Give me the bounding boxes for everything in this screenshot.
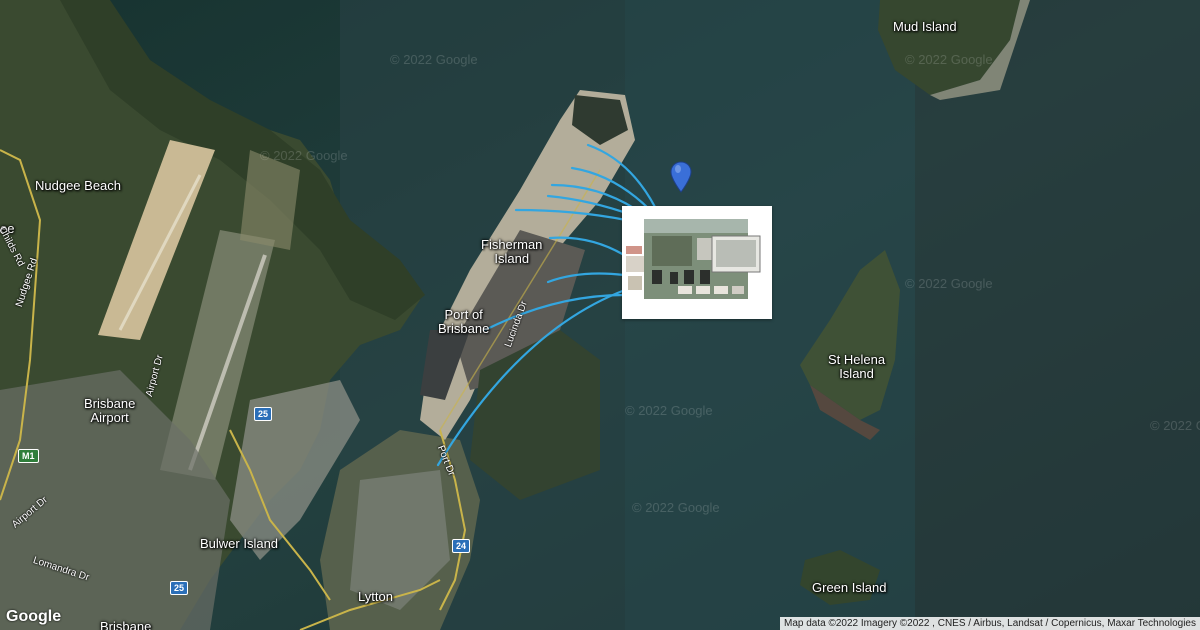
watermark: © 2022 Google (632, 500, 720, 515)
place-label-brisbane-airport: Brisbane Airport (84, 396, 136, 425)
map-pin-icon[interactable] (670, 161, 692, 193)
place-label-lytton: Lytton (358, 589, 393, 604)
watermark: © 2022 Google (905, 276, 993, 291)
place-label-bulwer-island: Bulwer Island (200, 536, 279, 551)
google-logo: Google (6, 608, 62, 625)
road-shield-25: 25 (170, 581, 189, 595)
place-label-nudgee-beach: Nudgee Beach (35, 178, 122, 193)
place-label-mud-island: Mud Island (893, 19, 957, 34)
satellite-map[interactable]: © 2022 Google © 2022 Google © 2022 Googl… (0, 0, 1200, 630)
map-imagery (0, 0, 1200, 630)
watermark: © 2022 Google (625, 403, 713, 418)
road-shield-m1: M1 (18, 449, 39, 463)
photo-thumbnail-card[interactable] (622, 206, 772, 319)
watermark: © 2022 Google (390, 52, 478, 67)
place-label-edge-bottom: Brisbane (100, 619, 152, 630)
facility-collage-image (622, 206, 772, 319)
watermark: © 2022 Google (905, 52, 993, 67)
watermark: © 2022 Google (1150, 418, 1200, 433)
place-label-port-of-brisbane: Port of Brisbane (438, 307, 490, 336)
road-shield-25: 25 (254, 407, 273, 421)
place-label-fisherman-island: Fisherman Island (481, 237, 543, 266)
place-label-st-helena-island: St Helena Island (828, 352, 886, 381)
road-shield-24: 24 (452, 539, 471, 553)
map-attribution: Map data ©2022 Imagery ©2022 , CNES / Ai… (780, 617, 1200, 630)
watermark: © 2022 Google (260, 148, 348, 163)
place-label-green-island: Green Island (812, 580, 887, 595)
